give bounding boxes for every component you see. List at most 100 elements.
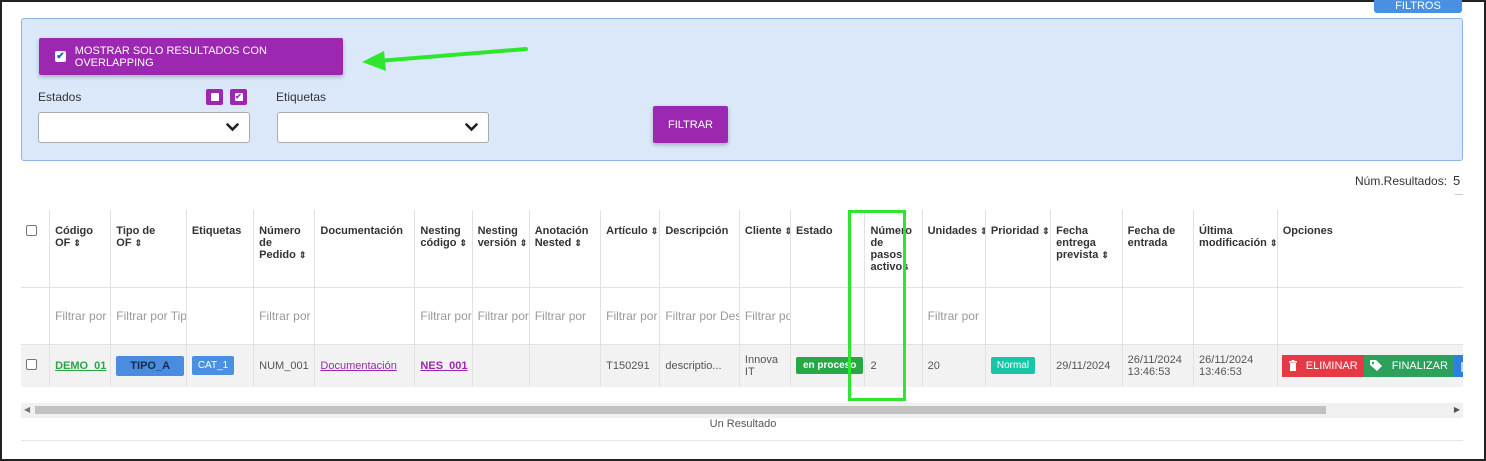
scrollbar-thumb[interactable] [35,406,1326,414]
col-header-anotacion[interactable]: Anotación Nested ⇕ [529,210,602,288]
sort-icon[interactable]: ⇕ [299,250,307,260]
filter-codigo-input[interactable]: Filtrar por [49,287,112,345]
estados-label: Estados [38,90,82,104]
filter-descripcion-input[interactable]: Filtrar por Descripción [659,287,740,345]
filter-nest-ver-input[interactable]: Filtrar por [472,287,530,345]
col-header-doc: Documentación [314,210,416,288]
divider [21,440,1463,441]
col-header-descripcion: Descripción [659,210,740,288]
col-header-fecha-entrega[interactable]: Fecha entrega prevista ⇕ [1050,210,1123,288]
sort-icon[interactable]: ⇕ [135,238,143,248]
priority-badge: Normal [990,357,1036,375]
sort-icon[interactable]: ⇕ [1042,226,1050,236]
row-select-cell[interactable] [21,344,51,387]
col-header-tipo[interactable]: Tipo de OF ⇕ [110,210,187,288]
row-checkbox[interactable] [26,358,37,370]
cell-doc: Documentación [314,344,416,387]
filter-cell-empty [186,287,255,345]
select-all-button[interactable]: ✔ [230,89,247,105]
overlap-toggle-button[interactable]: ✔ MOSTRAR SOLO RESULTADOS CON OVERLAPPIN… [39,38,343,75]
sort-icon[interactable]: ⇕ [1101,250,1109,260]
cell-etiquetas: CAT_1 [186,344,255,387]
cell-nest-cod: NES_001 [414,344,473,387]
eliminar-button[interactable]: ELIMINAR [1281,354,1364,377]
col-header-prioridad[interactable]: Prioridad ⇕ [985,210,1052,288]
cell-prioridad: Normal [985,344,1052,387]
cell-fecha-entrada: 26/11/2024 13:46:53 [1122,344,1195,387]
horizontal-scrollbar[interactable]: ◀ ▶ [21,403,1463,418]
col-header-unidades[interactable]: Unidades⇕ [922,210,986,288]
filter-cell-empty [314,287,416,345]
nesting-link[interactable]: NES_001 [420,360,467,372]
cell-cliente: Innova IT [739,344,791,387]
green-arrow-annotation-icon [362,47,528,71]
sort-icon[interactable]: ⇕ [520,238,528,248]
checkbox-checked-icon[interactable]: ✔ [55,51,66,62]
finalizar-button[interactable]: FINALIZAR [1363,354,1454,377]
check-square-icon: ✔ [234,92,243,101]
filter-unidades-input[interactable]: Filtrar por [922,287,986,345]
filters-button[interactable]: FILTROS [1374,0,1462,13]
results-table: Código OF ⇕ Tipo de OF ⇕ Etiquetas Número … [21,210,1463,387]
filter-cliente-input[interactable]: Filtrar por [739,287,791,345]
sort-icon[interactable]: ⇕ [980,226,984,236]
chevron-down-icon [226,123,239,132]
filter-pedido-input[interactable]: Filtrar por [253,287,316,345]
sort-icon[interactable]: ⇕ [459,238,467,248]
table-row[interactable]: DEMO_01 TIPO_A CAT_1 NUM_001 Documentaci… [21,344,1463,387]
filter-cell-empty [985,287,1052,345]
cell-codigo: DEMO_01 [49,344,112,387]
overlap-toggle-label: MOSTRAR SOLO RESULTADOS CON OVERLAPPING [74,44,267,69]
documentacion-link[interactable]: Documentación [320,360,396,372]
estados-select[interactable] [38,112,250,143]
filter-cell-empty [1277,287,1463,345]
col-header-nest-cod[interactable]: Nesting código ⇕ [414,210,473,288]
scroll-right-icon[interactable]: ▶ [1454,405,1460,414]
cell-pedido: NUM_001 [253,344,316,387]
filter-tipo-input[interactable]: Filtrar por Tipo [110,287,187,345]
sort-icon[interactable]: ⇕ [1270,238,1276,248]
cell-articulo: T150291 [600,344,661,387]
etiquetas-select[interactable] [277,112,489,143]
sort-icon[interactable]: ⇕ [574,238,582,248]
cell-unidades: 20 [922,344,986,387]
cell-descripcion: descriptio... [659,344,740,387]
filter-nest-cod-input[interactable]: Filtrar por [414,287,473,345]
col-header-codigo[interactable]: Código OF ⇕ [49,210,112,288]
etiquetas-label: Etiquetas [276,90,327,104]
square-icon [210,93,219,101]
trash-icon [1288,360,1297,372]
green-highlight-box [848,210,906,401]
results-count-value: 5 [1453,173,1461,188]
deselect-all-button[interactable] [206,89,223,105]
filtrar-button[interactable]: FILTRAR [653,106,728,143]
filter-cell-empty [1050,287,1123,345]
select-all-checkbox[interactable] [26,225,37,236]
col-header-nest-ver[interactable]: Nesting versión ⇕ [472,210,530,288]
col-header-fecha-entrada: Fecha de entrada [1122,210,1195,288]
divider [1455,194,1463,195]
header-row: Código OF ⇕ Tipo de OF ⇕ Etiquetas Número … [21,210,1463,288]
col-header-ultima-mod[interactable]: Última modificación ⇕ [1193,210,1278,288]
sort-icon[interactable]: ⇕ [73,238,81,248]
filter-cell-empty [1122,287,1195,345]
col-header-etiquetas: Etiquetas [186,210,255,288]
col-header-articulo[interactable]: Artículo ⇕ [600,210,661,288]
filter-articulo-input[interactable]: Filtrar por [600,287,661,345]
col-header-opciones: Opciones [1277,210,1463,288]
results-count: Núm.Resultados: 5 [1355,173,1460,188]
select-all-column[interactable] [21,210,51,288]
copy-button[interactable] [1453,354,1463,377]
tag-icon [1369,360,1382,372]
sort-icon[interactable]: ⇕ [785,226,790,236]
category-badge: CAT_1 [191,356,235,376]
codigo-link[interactable]: DEMO_01 [55,360,106,372]
filter-cell-empty [1193,287,1278,345]
filter-cell-empty [21,287,51,345]
sort-icon[interactable]: ⇕ [651,226,659,236]
filter-anotacion-input[interactable]: Filtrar por [529,287,602,345]
copy-icon [1461,362,1463,372]
col-header-pedido[interactable]: Número de Pedido ⇕ [253,210,316,288]
col-header-cliente[interactable]: Cliente⇕ [739,210,791,288]
scroll-left-icon[interactable]: ◀ [24,405,30,414]
